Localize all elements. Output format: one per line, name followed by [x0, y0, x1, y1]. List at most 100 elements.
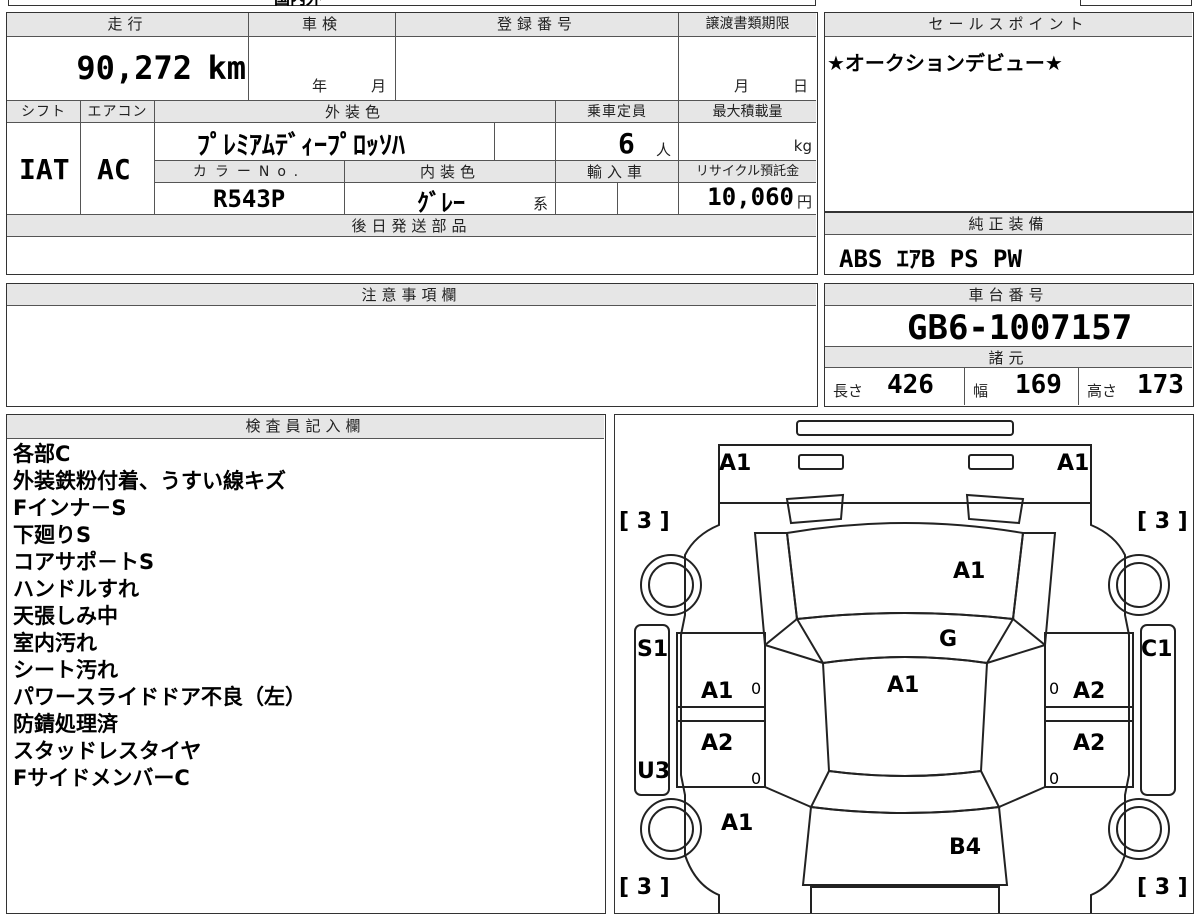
recycle-header: リサイクル預託金 — [679, 161, 816, 183]
color-no-value: R543P — [213, 185, 286, 213]
sales-point-box: セールスポイント ★オークションデビュー★ — [824, 12, 1194, 212]
inspector-header: 検査員記入欄 — [7, 415, 604, 439]
recycle-cell: 10,060 円 — [679, 183, 816, 215]
import-cell-a — [556, 183, 618, 215]
transfer-day-unit: 日 — [793, 77, 809, 95]
length-value: 426 — [887, 370, 934, 400]
note-line: パワースライドドア不良（左） — [13, 685, 306, 709]
import-cell-b — [618, 183, 679, 215]
length-label: 長さ — [833, 382, 864, 400]
vehicle-info-box: 走行 車検 登録番号 譲渡書類期限 90,272 km 年 月 月 日 シフト … — [6, 12, 818, 275]
note-line: FサイドメンバーC — [13, 766, 190, 790]
color-no-header: カラーNo. — [155, 161, 345, 183]
inspection-year-unit: 年 — [312, 77, 328, 95]
shift-cell: IAT — [7, 123, 81, 215]
later-parts-cell — [7, 237, 816, 273]
ac-header: エアコン — [81, 101, 155, 123]
later-parts-header: 後日発送部品 — [7, 215, 816, 237]
reg-no-header: 登録番号 — [396, 13, 679, 37]
height-cell: 高さ 173 — [1079, 368, 1192, 405]
note-line: スタッドレスタイヤ — [13, 739, 202, 763]
mark-hood: A1 — [953, 559, 986, 584]
note-line: Fインナ－S — [13, 496, 127, 520]
import-header: 輸入車 — [556, 161, 679, 183]
ac-value: AC — [97, 153, 131, 186]
mark-windshield: G — [939, 627, 958, 652]
capacity-value: 6 — [618, 127, 635, 160]
height-value: 173 — [1137, 370, 1184, 400]
top-strip-right — [1080, 0, 1192, 6]
capacity-header: 乗車定員 — [556, 101, 679, 123]
mark-zero-lr: 0 — [751, 769, 762, 788]
mark-right-front-door: A2 — [1073, 679, 1106, 704]
reg-no-cell — [396, 37, 679, 101]
equipment-text: ABS ｴｱB PS PW — [839, 245, 1022, 273]
note-line: 防錆処理済 — [13, 712, 118, 736]
note-line: コアサポ－トS — [13, 550, 155, 574]
mark-zero-lf: 0 — [751, 679, 762, 698]
mark-left-rear-door: A2 — [701, 731, 734, 756]
mark-front-left: A1 — [719, 451, 752, 476]
inspector-box: 検査員記入欄 各部C 外装鉄粉付着、うすい線キズ Fインナ－S 下廻りS コアサ… — [6, 414, 606, 914]
mark-left-sill-top: S1 — [637, 637, 669, 662]
shift-value: IAT — [19, 153, 70, 186]
chassis-number: GB6-1007157 — [907, 308, 1133, 348]
height-label: 高さ — [1087, 382, 1118, 400]
car-outline-diagram — [634, 420, 1176, 913]
note-line: 天張しみ中 — [13, 604, 118, 628]
width-cell: 幅 169 — [965, 368, 1079, 405]
max-load-cell: kg — [679, 123, 816, 161]
mark-roof: A1 — [887, 673, 920, 698]
int-color-suffix: 系 — [533, 195, 549, 213]
mark-zero-rr: 0 — [1049, 769, 1060, 788]
mileage-value: 90,272 — [76, 49, 192, 87]
note-line: 下廻りS — [13, 523, 92, 547]
int-color-value: ｸﾞﾚｰ — [417, 189, 465, 217]
width-value: 169 — [1015, 370, 1062, 400]
caution-box: 注意事項欄 — [6, 283, 818, 407]
mark-left-sill-bottom: U3 — [637, 759, 671, 784]
recycle-value: 10,060 — [707, 183, 794, 211]
equipment-box: 純正装備 ABS ｴｱB PS PW — [824, 212, 1194, 275]
mark-zero-rf: 0 — [1049, 679, 1060, 698]
shift-header: シフト — [7, 101, 81, 123]
inspection-header: 車検 — [249, 13, 396, 37]
caution-header: 注意事項欄 — [7, 284, 816, 306]
mileage-cell: 90,272 km — [7, 37, 249, 101]
mileage-unit: km — [207, 49, 246, 87]
transfer-cell: 月 日 — [679, 37, 816, 101]
color-no-cell: R543P — [155, 183, 345, 215]
mark-front-right: A1 — [1057, 451, 1090, 476]
mark-left-front-door: A1 — [701, 679, 734, 704]
transfer-month-unit: 月 — [734, 77, 750, 95]
inspection-cell: 年 月 — [249, 37, 396, 101]
mark-tire-fl: [ 3 ] — [619, 509, 670, 534]
int-color-header: 内装色 — [345, 161, 556, 183]
sales-point-text: ★オークションデビュー★ — [827, 51, 1063, 75]
note-line: 外装鉄粉付着、うすい線キズ — [13, 469, 286, 493]
mark-rear-left: A1 — [721, 811, 754, 836]
inspection-month-unit: 月 — [371, 77, 387, 95]
sales-point-header: セールスポイント — [825, 13, 1192, 37]
mark-tire-rr: [ 3 ] — [1137, 875, 1188, 900]
max-load-header: 最大積載量 — [679, 101, 816, 123]
length-cell: 長さ 426 — [825, 368, 965, 405]
mark-tire-rl: [ 3 ] — [619, 875, 670, 900]
chassis-box: 車台番号 GB6-1007157 諸元 長さ 426 幅 169 高さ 173 — [824, 283, 1194, 407]
ext-color-value: ﾌﾟﾚﾐｱﾑﾃﾞｨｰﾌﾟﾛｯｿﾊ — [197, 131, 406, 161]
car-diagram-box: A1 A1 [ 3 ] [ 3 ] A1 G S1 C1 A1 A1 0 A2 … — [614, 414, 1194, 914]
capacity-unit: 人 — [656, 141, 672, 159]
note-line: ハンドルすれ — [13, 577, 139, 601]
capacity-cell: 6 人 — [556, 123, 679, 161]
width-label: 幅 — [973, 382, 989, 400]
ext-color-cell: ﾌﾟﾚﾐｱﾑﾃﾞｨｰﾌﾟﾛｯｿﾊ — [155, 123, 495, 161]
int-color-cell: ｸﾞﾚｰ 系 — [345, 183, 556, 217]
mark-right-sill: C1 — [1141, 637, 1173, 662]
note-line: 室内汚れ — [13, 631, 97, 655]
mileage-header: 走行 — [7, 13, 249, 37]
mark-right-rear-door: A2 — [1073, 731, 1106, 756]
mark-rear-center: B4 — [949, 835, 982, 860]
recycle-unit: 円 — [796, 193, 812, 211]
chassis-header: 車台番号 — [825, 284, 1192, 306]
ext-color-header: 外装色 — [155, 101, 556, 123]
